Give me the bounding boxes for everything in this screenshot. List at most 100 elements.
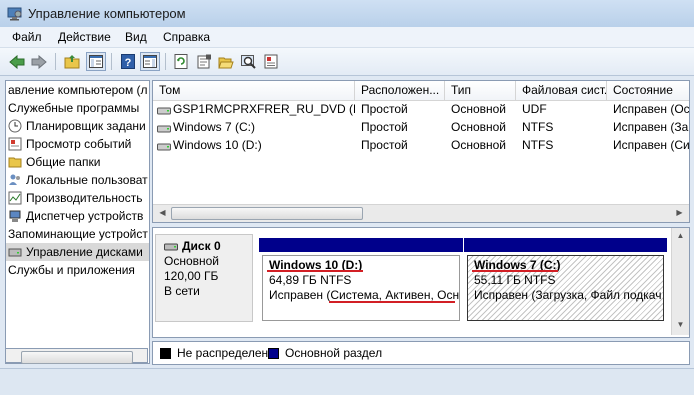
users-icon xyxy=(8,173,22,187)
table-row[interactable]: Windows 7 (C:) Простой Основной NTFS Исп… xyxy=(153,118,689,136)
col-header-layout[interactable]: Расположен... xyxy=(355,81,445,100)
col-header-type[interactable]: Тип xyxy=(445,81,516,100)
up-folder-icon[interactable] xyxy=(62,52,82,71)
clock-icon xyxy=(8,119,22,133)
toolbar-separator xyxy=(165,53,166,70)
toolbar: ? xyxy=(0,48,694,76)
back-arrow-icon[interactable] xyxy=(7,52,27,71)
properties-icon[interactable] xyxy=(194,52,214,71)
device-manager-icon xyxy=(8,209,22,223)
legend-primary: Основной раздел xyxy=(268,346,382,360)
nav-item-task-scheduler[interactable]: Планировщик задани xyxy=(8,117,146,135)
disk-map[interactable]: Диск 0 Основной 120,00 ГБ В сети Windows… xyxy=(152,227,690,338)
performance-icon xyxy=(8,191,22,205)
primary-swatch xyxy=(268,347,279,359)
nav-item-label: Общие папки xyxy=(26,155,101,169)
nav-item-label: Планировщик задани xyxy=(26,119,146,133)
export-list-icon[interactable] xyxy=(261,52,281,71)
menu-file[interactable]: Файл xyxy=(6,29,48,45)
forward-arrow-icon[interactable] xyxy=(29,52,49,71)
disk-management-icon xyxy=(8,245,22,259)
disk-icon xyxy=(164,242,178,252)
scroll-up-icon[interactable]: ▲ xyxy=(673,229,688,243)
nav-item-label: Диспетчер устройств xyxy=(26,209,144,223)
volume-list-header: Том Расположен... Тип Файловая сист... С… xyxy=(153,81,689,101)
nav-item-event-viewer[interactable]: Просмотр событий xyxy=(8,135,131,153)
volume-status: Исправен (Си xyxy=(613,138,689,152)
volume-layout: Простой xyxy=(361,102,408,116)
volume-status: Исправен (Ос xyxy=(613,102,689,116)
menu-action[interactable]: Действие xyxy=(52,29,117,45)
partition-size: 64,89 ГБ NTFS xyxy=(269,273,352,287)
scroll-right-icon[interactable]: ▶ xyxy=(672,206,687,220)
console-tree[interactable]: авление компьютером (л Служебные програм… xyxy=(5,80,150,364)
scroll-thumb[interactable] xyxy=(21,351,133,364)
annotation-underline xyxy=(472,270,558,272)
partition-windows10[interactable]: Windows 10 (D:) 64,89 ГБ NTFS Исправен (… xyxy=(259,238,463,323)
col-header-volume[interactable]: Том xyxy=(153,81,355,100)
menu-help[interactable]: Справка xyxy=(157,29,216,45)
annotation-underline xyxy=(267,270,363,272)
console-tree-icon[interactable] xyxy=(86,52,106,71)
menu-view[interactable]: Вид xyxy=(119,29,153,45)
disk-map-vertical-scrollbar[interactable]: ▲ ▼ xyxy=(671,228,689,335)
primary-partition-bar xyxy=(259,238,463,252)
nav-item-system-tools[interactable]: Служебные программы xyxy=(8,99,139,117)
nav-item-storage[interactable]: Запоминающие устройст xyxy=(8,225,148,243)
scroll-left-icon[interactable]: ◀ xyxy=(155,206,170,220)
volume-layout: Простой xyxy=(361,138,408,152)
volume-filesystem: NTFS xyxy=(522,120,554,134)
volume-filesystem: NTFS xyxy=(522,138,554,152)
toolbar-separator xyxy=(111,53,112,70)
volume-list[interactable]: Том Расположен... Тип Файловая сист... С… xyxy=(152,80,690,223)
scroll-down-icon[interactable]: ▼ xyxy=(673,318,688,332)
legend-label: Основной раздел xyxy=(285,346,383,360)
help-icon[interactable]: ? xyxy=(118,52,138,71)
volume-name: GSP1RMCPRXFRER_RU_DVD (E:) xyxy=(173,102,355,116)
search-disk-icon[interactable] xyxy=(238,52,258,71)
disk-size: 120,00 ГБ xyxy=(164,269,219,283)
annotation-underline xyxy=(329,301,455,303)
nav-item-label: Управление дисками xyxy=(26,245,143,259)
svg-text:?: ? xyxy=(125,57,132,69)
volume-type: Основной xyxy=(451,102,507,116)
panel-icon[interactable] xyxy=(140,52,160,71)
nav-item-label: авление компьютером (л xyxy=(8,83,148,97)
scroll-thumb[interactable] xyxy=(171,207,363,220)
toolbar-separator xyxy=(55,53,56,70)
partition-windows7[interactable]: Windows 7 (C:) 55,11 ГБ NTFS Исправен (З… xyxy=(464,238,667,323)
nav-item-disk-management[interactable]: Управление дисками xyxy=(6,243,149,261)
nav-item-performance[interactable]: Производительность xyxy=(8,189,142,207)
partition-size: 55,11 ГБ NTFS xyxy=(474,273,556,287)
nav-item-label: Производительность xyxy=(26,191,143,205)
disk-header: Диск 0 xyxy=(164,239,252,254)
menu-bar: Файл Действие Вид Справка xyxy=(0,27,694,48)
primary-partition-bar xyxy=(464,238,667,252)
col-header-status[interactable]: Состояние xyxy=(607,81,689,100)
col-header-filesystem[interactable]: Файловая сист... xyxy=(516,81,607,100)
table-row[interactable]: GSP1RMCPRXFRER_RU_DVD (E:) Простой Основ… xyxy=(153,100,689,118)
nav-item-label: Локальные пользоват xyxy=(26,173,148,187)
nav-item-computer-management[interactable]: авление компьютером (л xyxy=(8,81,148,99)
volume-name: Windows 10 (D:) xyxy=(173,138,262,152)
nav-horizontal-scrollbar[interactable] xyxy=(5,348,148,364)
volume-layout: Простой xyxy=(361,120,408,134)
volume-filesystem: UDF xyxy=(522,102,547,116)
partition-status: Исправен (Загрузка, Файл подкач xyxy=(474,288,662,302)
volume-type: Основной xyxy=(451,120,507,134)
open-folder-icon[interactable] xyxy=(216,52,236,71)
nav-item-shared-folders[interactable]: Общие папки xyxy=(8,153,100,171)
volume-list-horizontal-scrollbar[interactable]: ◀ ▶ xyxy=(153,204,689,222)
nav-item-local-users[interactable]: Локальные пользоват xyxy=(8,171,148,189)
refresh-icon[interactable] xyxy=(171,52,191,71)
shared-folder-icon xyxy=(8,155,22,169)
nav-item-label: Просмотр событий xyxy=(26,137,132,151)
title-bar: Управление компьютером xyxy=(0,0,694,28)
volume-type: Основной xyxy=(451,138,507,152)
disk-info-panel[interactable]: Диск 0 Основной 120,00 ГБ В сети xyxy=(155,234,253,322)
volume-status: Исправен (За xyxy=(613,120,689,134)
nav-item-services-apps[interactable]: Службы и приложения xyxy=(8,261,135,279)
nav-item-device-manager[interactable]: Диспетчер устройств xyxy=(8,207,143,225)
disk-type: Основной xyxy=(164,254,220,268)
table-row[interactable]: Windows 10 (D:) Простой Основной NTFS Ис… xyxy=(153,136,689,154)
